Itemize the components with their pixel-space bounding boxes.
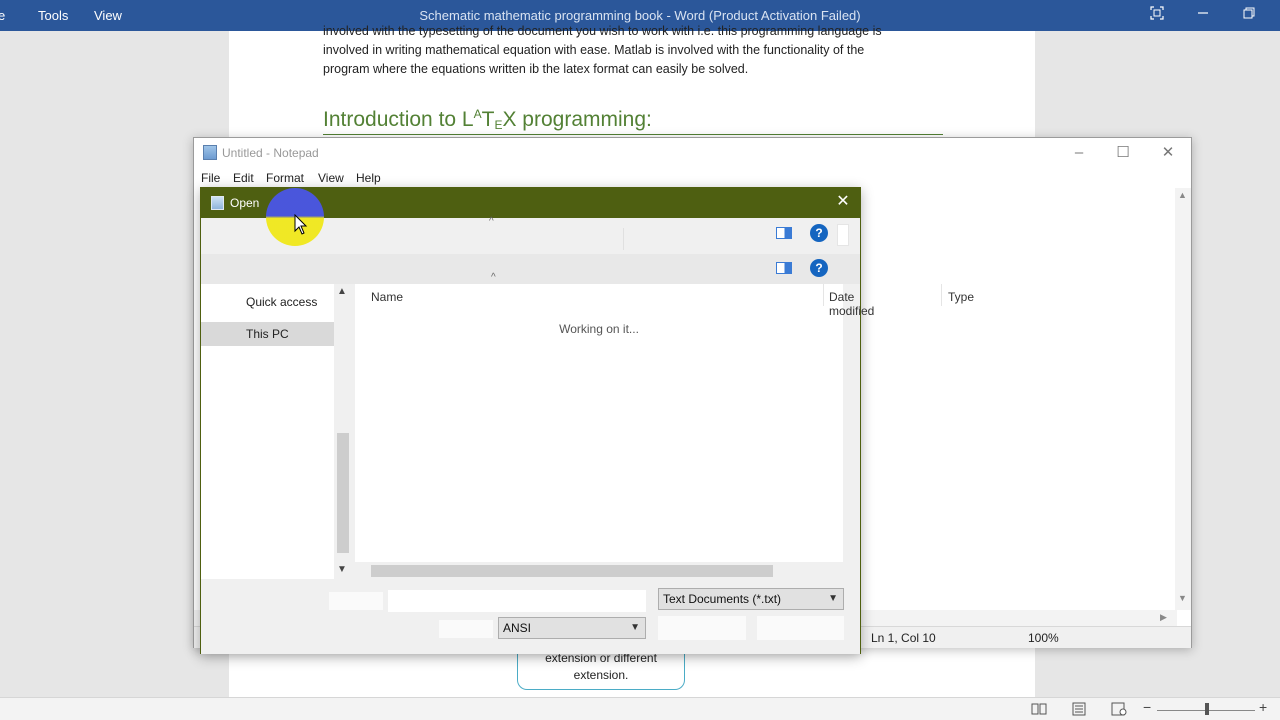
focus-mode-icon[interactable] xyxy=(1150,6,1170,24)
menu-format[interactable]: Format xyxy=(266,171,304,185)
scroll-down-icon[interactable]: ▼ xyxy=(1178,593,1187,603)
file-list[interactable]: ^ Name Date modified Type Working on it.… xyxy=(355,272,974,562)
notepad-icon xyxy=(203,145,217,160)
notepad-titlebar[interactable]: Untitled - Notepad – ☐ ✕ xyxy=(194,138,1191,168)
zoom-in-icon[interactable]: + xyxy=(1259,699,1267,715)
mouse-pointer-icon xyxy=(294,213,308,239)
toolbar-row: ? xyxy=(201,254,860,284)
chevron-down-icon: ▼ xyxy=(828,593,838,604)
word-window-title: Schematic mathematic programming book - … xyxy=(419,8,861,23)
chevron-down-icon[interactable]: ▼ xyxy=(337,564,347,575)
divider xyxy=(623,228,624,250)
navigation-pane: Quick access This PC xyxy=(201,284,334,579)
doc-heading: Introduction to LATEX programming: xyxy=(323,107,652,132)
column-separator[interactable] xyxy=(823,284,824,306)
menu-help[interactable]: Help xyxy=(356,171,381,185)
doc-paragraph-line: involved in writing mathematical equatio… xyxy=(323,43,865,57)
doc-flowchart-shape[interactable]: extension or different extension. xyxy=(517,650,685,690)
sort-ascending-icon: ^ xyxy=(491,272,496,283)
column-header-date-modified[interactable]: Date modified xyxy=(829,290,874,318)
cursor-position: Ln 1, Col 10 xyxy=(871,631,936,645)
chevron-down-icon: ▼ xyxy=(630,622,640,633)
open-dialog: Open ✕ ^ ? ? Quick access This PC ▲ ▼ ^ … xyxy=(200,187,974,654)
file-name-label xyxy=(329,592,383,610)
menu-file[interactable]: File xyxy=(201,171,220,185)
notepad-icon xyxy=(211,196,224,210)
notepad-title: Untitled - Notepad xyxy=(222,146,319,160)
open-button[interactable] xyxy=(658,616,746,640)
dialog-bottom-panel: Text Documents (*.txt) ▼ ANSI ▼ xyxy=(201,579,860,654)
search-box-edge[interactable] xyxy=(837,224,849,246)
preview-pane-icon[interactable] xyxy=(776,262,792,274)
zoom-slider-thumb[interactable] xyxy=(1205,703,1209,715)
minimize-icon[interactable]: – xyxy=(1067,144,1091,162)
heading-underline xyxy=(323,134,943,135)
file-type-value: Text Documents (*.txt) xyxy=(663,592,782,606)
scroll-thumb[interactable] xyxy=(337,433,349,553)
nav-item-quick-access[interactable]: Quick access xyxy=(201,290,334,314)
file-name-input[interactable] xyxy=(388,590,646,612)
web-layout-icon[interactable] xyxy=(1111,702,1127,719)
menu-edit[interactable]: Edit xyxy=(233,171,254,185)
close-icon[interactable]: ✕ xyxy=(1156,144,1180,162)
help-icon[interactable]: ? xyxy=(810,224,828,242)
menu-view[interactable]: View xyxy=(318,171,344,185)
cancel-button[interactable] xyxy=(757,616,844,640)
shape-text-line: extension. xyxy=(573,668,629,682)
notepad-vertical-scrollbar[interactable]: ▲ ▼ xyxy=(1175,188,1191,610)
close-icon[interactable]: ✕ xyxy=(834,193,852,211)
encoding-value: ANSI xyxy=(503,621,532,635)
maximize-icon[interactable]: ☐ xyxy=(1111,144,1135,162)
nav-item-this-pc[interactable]: This PC xyxy=(201,322,334,346)
loading-message: Working on it... xyxy=(559,322,639,336)
zoom-level: 100% xyxy=(1028,631,1059,645)
restore-icon[interactable] xyxy=(1242,6,1262,24)
preview-pane-icon[interactable] xyxy=(776,227,792,239)
scroll-right-icon[interactable]: ▶ xyxy=(1160,612,1167,623)
word-status-bar: − + xyxy=(0,697,1280,720)
dialog-title: Open xyxy=(230,196,260,210)
navigation-scrollbar[interactable]: ▲ ▼ xyxy=(334,284,351,579)
file-list-horizontal-scrollbar[interactable] xyxy=(355,562,843,579)
chevron-up-icon[interactable]: ▲ xyxy=(337,286,347,297)
column-header-type[interactable]: Type xyxy=(948,290,974,304)
encoding-label xyxy=(439,620,493,638)
doc-paragraph-line: program where the equations written ib t… xyxy=(323,62,749,76)
encoding-select[interactable]: ANSI ▼ xyxy=(498,617,646,639)
help-icon[interactable]: ? xyxy=(810,259,828,277)
column-separator[interactable] xyxy=(941,284,942,306)
scroll-thumb[interactable] xyxy=(371,565,773,577)
chevron-up-icon[interactable]: ^ xyxy=(489,216,494,227)
zoom-out-icon[interactable]: − xyxy=(1143,699,1151,715)
print-layout-icon[interactable] xyxy=(1071,702,1087,719)
doc-paragraph-line: involved with the typesetting of the doc… xyxy=(323,24,882,38)
column-header-name[interactable]: Name xyxy=(371,290,403,304)
file-type-select[interactable]: Text Documents (*.txt) ▼ xyxy=(658,588,844,610)
scroll-up-icon[interactable]: ▲ xyxy=(1178,190,1187,200)
minimize-icon[interactable] xyxy=(1196,6,1216,24)
read-mode-icon[interactable] xyxy=(1031,702,1047,719)
